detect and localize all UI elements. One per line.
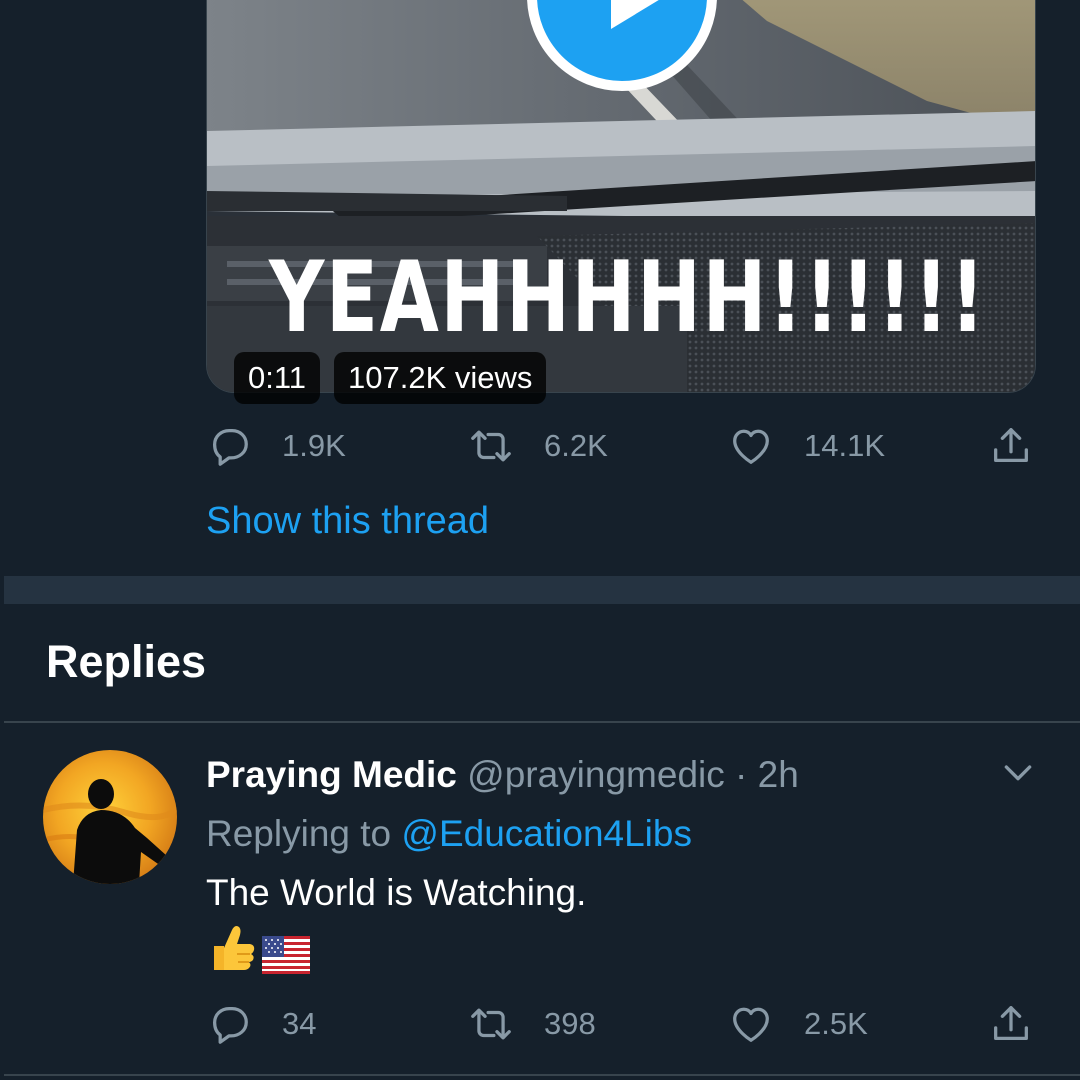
section-divider [4, 576, 1080, 604]
reply-text: The World is Watching. [206, 872, 587, 913]
video-view-count: 107.2K views [334, 352, 547, 404]
divider [4, 721, 1080, 723]
share-button[interactable] [988, 999, 1034, 1049]
tweet-action-bar: 1.9K 6.2K 14.1K [206, 421, 1036, 471]
like-icon [733, 429, 769, 464]
avatar[interactable] [43, 750, 177, 884]
retweet-button[interactable]: 6.2K [468, 421, 608, 471]
reply-count: 34 [282, 1006, 317, 1041]
emoji-row [208, 920, 310, 974]
reply-button[interactable]: 1.9K [206, 421, 346, 471]
tweet-detail-page: YEAHHHHH!!!!!! 0:11 107.2K views 1.9K 6.… [0, 0, 1080, 1080]
share-icon [994, 1006, 1028, 1041]
replying-to-line: Replying to @Education4Libs [206, 813, 692, 855]
retweet-icon [471, 1008, 511, 1040]
reply-action-bar: 34 398 2.5K [206, 999, 1036, 1049]
retweet-count: 6.2K [544, 428, 608, 463]
video-duration: 0:11 [234, 352, 321, 404]
reply-icon [212, 1007, 248, 1044]
timestamp[interactable]: 2h [758, 754, 799, 795]
reply-button[interactable]: 34 [206, 999, 316, 1049]
replying-to-label: Replying to [206, 813, 392, 854]
play-icon [611, 0, 667, 29]
more-options-button[interactable] [998, 752, 1038, 792]
share-icon [994, 428, 1028, 463]
like-count: 2.5K [804, 1006, 868, 1041]
avatar-image [43, 750, 177, 884]
share-button[interactable] [988, 421, 1034, 471]
video-player[interactable]: YEAHHHHH!!!!!! [206, 0, 1036, 393]
show-thread-link[interactable]: Show this thread [206, 500, 489, 543]
separator-dot: · [735, 754, 748, 795]
author-handle[interactable]: @prayingmedic [467, 754, 725, 795]
us-flag-emoji [262, 936, 310, 974]
like-button[interactable]: 2.5K [728, 999, 868, 1049]
like-count: 14.1K [804, 428, 886, 463]
replies-heading: Replies [46, 636, 207, 687]
reply-icon [212, 429, 248, 466]
retweet-count: 398 [544, 1006, 596, 1041]
like-icon [733, 1007, 769, 1042]
reply-header: Praying Medic @prayingmedic · 2h [206, 754, 799, 796]
like-button[interactable]: 14.1K [728, 421, 885, 471]
video-caption-overlay: YEAHHHHH!!!!!! [269, 241, 987, 355]
chevron-down-icon [1004, 765, 1032, 781]
retweet-button[interactable]: 398 [468, 999, 596, 1049]
replying-to-mention[interactable]: @Education4Libs [401, 813, 692, 854]
author-name[interactable]: Praying Medic [206, 754, 457, 795]
retweet-icon [471, 430, 511, 462]
divider [4, 1074, 1080, 1076]
reply-count: 1.9K [282, 428, 346, 463]
thumbs-up-emoji [214, 926, 255, 970]
